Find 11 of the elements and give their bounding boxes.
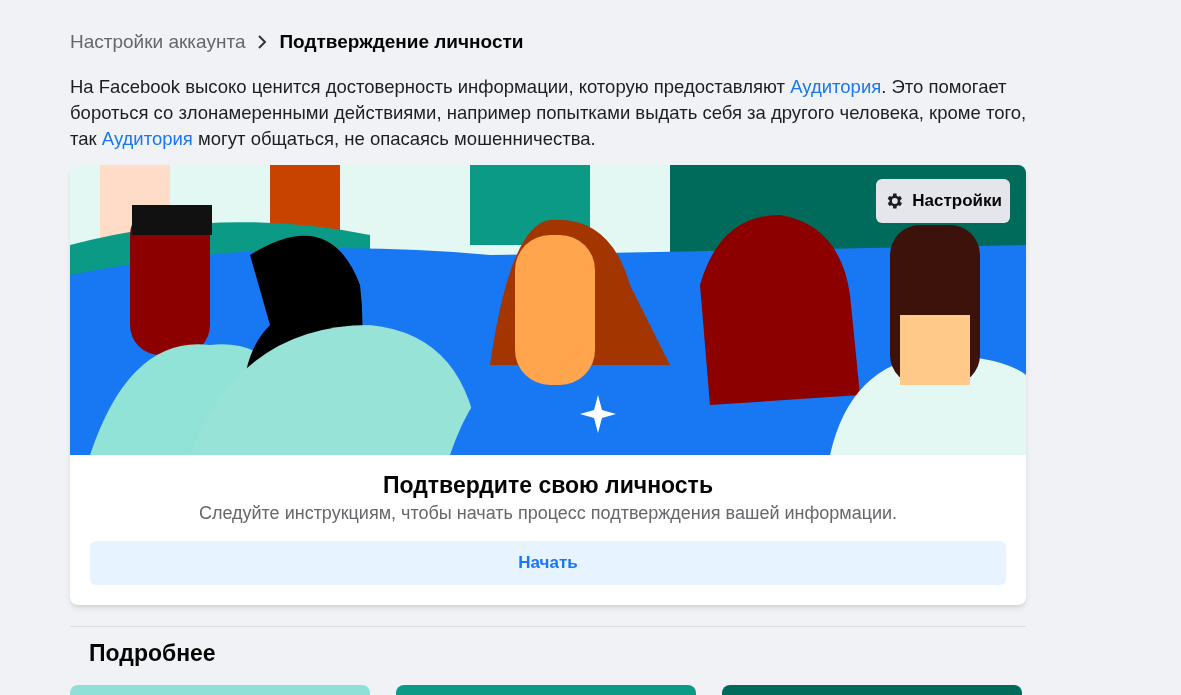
card-title: Подтвердите свою личность	[382, 470, 714, 499]
audience-link[interactable]: Аудитория	[101, 127, 193, 149]
intro-paragraph: На Facebook высоко ценится достоверность информации, которую предоставляют Аудитория. Это помогает бороться со злонамеренными действиями, например попытками выдать себя за другого человека, кроме того, так Аудитория могут общаться, не опасаясь мошенничества.	[70, 74, 1028, 151]
breadcrumb-link[interactable]: Подтверждение личности	[279, 28, 524, 57]
chevron-right-icon	[257, 35, 268, 50]
settings-button[interactable]: Настройки	[876, 178, 1010, 223]
start-button[interactable]: Начать	[90, 540, 1006, 585]
breadcrumb-link[interactable]: Настройки аккаунта	[70, 28, 246, 57]
audience-link[interactable]: Аудитория	[790, 75, 882, 97]
card-subtitle: Следуйте инструкциям, чтобы начать процесс подтверждения вашей информации.	[198, 501, 898, 525]
section-title: Подробнее	[89, 638, 217, 667]
